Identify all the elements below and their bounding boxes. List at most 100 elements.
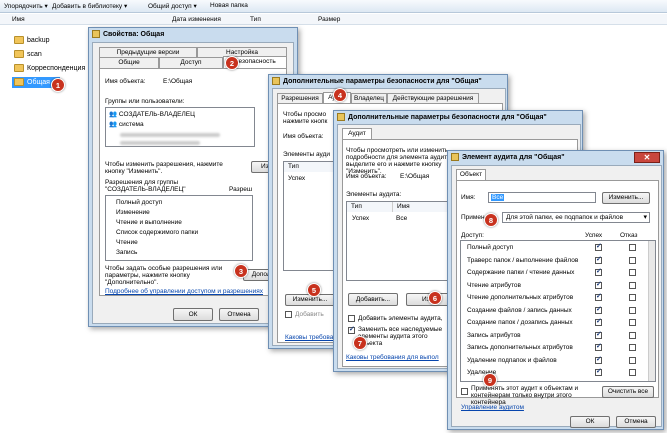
step-badge: 2 bbox=[225, 56, 239, 70]
close-icon[interactable]: ✕ bbox=[634, 152, 660, 163]
users-icon: 👥 bbox=[109, 111, 118, 118]
access-row-label: Создание папок / дозапись данных bbox=[467, 319, 573, 326]
apply-select[interactable]: Для этой папки, ее подпапок и файлов ▾ bbox=[502, 212, 650, 223]
fail-checkbox[interactable] bbox=[629, 244, 636, 251]
requirements-link[interactable]: Каковы требова bbox=[285, 334, 333, 341]
replace-checkbox[interactable] bbox=[348, 325, 355, 334]
fail-checkbox[interactable] bbox=[629, 256, 636, 264]
name-label: Имя: bbox=[461, 194, 476, 201]
user-name: СОЗДАТЕЛЬ-ВЛАДЕЛЕЦ bbox=[118, 111, 195, 118]
fail-checkbox[interactable] bbox=[629, 319, 636, 326]
folder-item[interactable]: Корреспонденция bbox=[14, 64, 85, 74]
cancel-button[interactable]: Отмена bbox=[219, 308, 259, 321]
entry-body: Объект Имя: Все Изменить... Примен Для э… bbox=[451, 165, 662, 428]
users-list[interactable]: 👥 СОЗДАТЕЛЬ-ВЛАДЕЛЕЦ 👥 система bbox=[105, 107, 255, 147]
redacted-entry bbox=[120, 133, 220, 137]
tab-object[interactable]: Объект bbox=[456, 169, 486, 180]
success-checkbox[interactable] bbox=[595, 355, 602, 364]
folder-icon bbox=[451, 153, 459, 161]
permission-row: Список содержимого папки bbox=[116, 229, 199, 236]
learn-more-link[interactable]: Подробнее об управлении доступом и разре… bbox=[105, 288, 263, 295]
success-checkbox[interactable] bbox=[595, 342, 602, 351]
clear-all-button[interactable]: Очистить все bbox=[602, 386, 654, 398]
entry-title-text: Элемент аудита для "Общая" bbox=[462, 153, 565, 161]
toolbar-share[interactable]: Общий доступ ▾ bbox=[148, 2, 197, 10]
toolbar-organize[interactable]: Упорядочить ▾ bbox=[4, 2, 48, 10]
list-item[interactable]: 👥 система bbox=[109, 120, 144, 128]
success-checkbox[interactable] bbox=[595, 267, 602, 276]
success-checkbox[interactable] bbox=[595, 242, 602, 251]
fail-checkbox[interactable] bbox=[629, 369, 636, 376]
allow-column: Разреш bbox=[229, 186, 253, 193]
success-checkbox[interactable] bbox=[595, 280, 602, 289]
apply-inside-label: Применять этот аудит к объектам и контей… bbox=[471, 385, 579, 406]
name-value: Все bbox=[491, 194, 505, 201]
table-row[interactable]: Успех Все bbox=[348, 214, 448, 224]
folder-icon bbox=[272, 77, 280, 85]
toolbar-add-library[interactable]: Добавить в библиотеку ▾ bbox=[52, 2, 127, 10]
access-row: Запись атрибутов bbox=[461, 330, 647, 342]
column-type[interactable]: Тип bbox=[347, 202, 393, 212]
ok-button[interactable]: ОК bbox=[173, 308, 213, 321]
column-date[interactable]: Дата изменения bbox=[172, 16, 221, 23]
tab-owner[interactable]: Владелец bbox=[351, 93, 387, 103]
folder-icon bbox=[14, 78, 24, 87]
name-field[interactable]: Все bbox=[488, 192, 596, 203]
audit-management-link[interactable]: Управление аудитом bbox=[461, 404, 524, 411]
fail-checkbox[interactable] bbox=[629, 356, 636, 364]
audit-elements-table: Тип Имя Успех Все bbox=[346, 201, 451, 281]
requirements-link[interactable]: Каковы требования для выпол bbox=[346, 354, 439, 361]
fail-checkbox[interactable] bbox=[629, 281, 636, 289]
column-type[interactable]: Тип bbox=[250, 16, 261, 23]
access-row-label: Чтение атрибутов bbox=[467, 281, 521, 289]
success-checkbox[interactable] bbox=[595, 367, 602, 376]
inherit-checkbox[interactable] bbox=[348, 315, 355, 322]
fail-checkbox[interactable] bbox=[629, 306, 636, 314]
change-button[interactable]: Изменить... bbox=[602, 192, 650, 204]
apply-inside-checkbox[interactable] bbox=[461, 388, 468, 395]
access-list: Полный доступ Траверс папок / выполнение … bbox=[460, 240, 656, 382]
row-name: Все bbox=[396, 215, 408, 222]
change-hint: Чтобы изменить разрешения, нажмите кнопк… bbox=[105, 161, 223, 175]
tab-sharing[interactable]: Доступ bbox=[159, 57, 223, 68]
add-button[interactable]: Добавить... bbox=[348, 293, 398, 306]
table-row[interactable]: Успех bbox=[288, 175, 305, 182]
access-row-label: Удаление подпапок и файлов bbox=[467, 356, 557, 364]
access-row: Создание файлов / запись данных bbox=[461, 305, 647, 317]
scrollbar[interactable] bbox=[648, 241, 655, 381]
success-checkbox[interactable] bbox=[595, 317, 602, 326]
folder-item[interactable]: backup bbox=[14, 36, 50, 46]
access-row: Полный доступ bbox=[461, 242, 647, 254]
toolbar-new-folder[interactable]: Новая папка bbox=[210, 2, 248, 9]
success-checkbox[interactable] bbox=[595, 292, 602, 301]
ok-button[interactable]: ОК bbox=[570, 416, 610, 428]
step-badge: 8 bbox=[484, 213, 498, 227]
list-item[interactable]: 👥 СОЗДАТЕЛЬ-ВЛАДЕЛЕЦ bbox=[109, 110, 195, 118]
success-checkbox[interactable] bbox=[595, 255, 602, 264]
column-name[interactable]: Имя bbox=[12, 16, 25, 23]
advanced-title-text: Дополнительные параметры безопасности дл… bbox=[283, 77, 482, 85]
tab-permissions[interactable]: Разрешения bbox=[277, 93, 323, 103]
fail-checkbox[interactable] bbox=[629, 344, 636, 351]
tab-effective-permissions[interactable]: Действующие разрешения bbox=[387, 93, 479, 103]
folder-item[interactable]: scan bbox=[14, 50, 42, 60]
access-row: Создание папок / дозапись данных bbox=[461, 317, 647, 329]
folder-icon bbox=[14, 50, 24, 58]
object-name-label: Имя объекта: bbox=[283, 133, 324, 140]
cancel-button[interactable]: Отмена bbox=[616, 416, 656, 428]
fail-checkbox[interactable] bbox=[629, 331, 636, 339]
fail-checkbox[interactable] bbox=[629, 294, 636, 301]
access-row-label: Содержание папки / чтение данных bbox=[467, 269, 575, 276]
explorer-toolbar: Упорядочить ▾ Добавить в библиотеку ▾ Об… bbox=[0, 0, 667, 13]
tab-previous-versions[interactable]: Предыдущие версии bbox=[99, 47, 197, 57]
tab-general[interactable]: Общие bbox=[99, 57, 159, 68]
add-checkbox[interactable] bbox=[285, 311, 292, 318]
tab-audit[interactable]: Аудит bbox=[342, 128, 372, 139]
fail-checkbox[interactable] bbox=[629, 269, 636, 276]
access-row: Чтение атрибутов bbox=[461, 280, 647, 292]
success-checkbox[interactable] bbox=[595, 330, 602, 339]
permissions-for-label: Разрешения для группы "СОЗДАТЕЛЬ-ВЛАДЕЛЕ… bbox=[105, 179, 186, 193]
column-size[interactable]: Размер bbox=[318, 16, 340, 23]
column-name[interactable]: Имя bbox=[393, 202, 451, 212]
success-checkbox[interactable] bbox=[595, 305, 602, 314]
